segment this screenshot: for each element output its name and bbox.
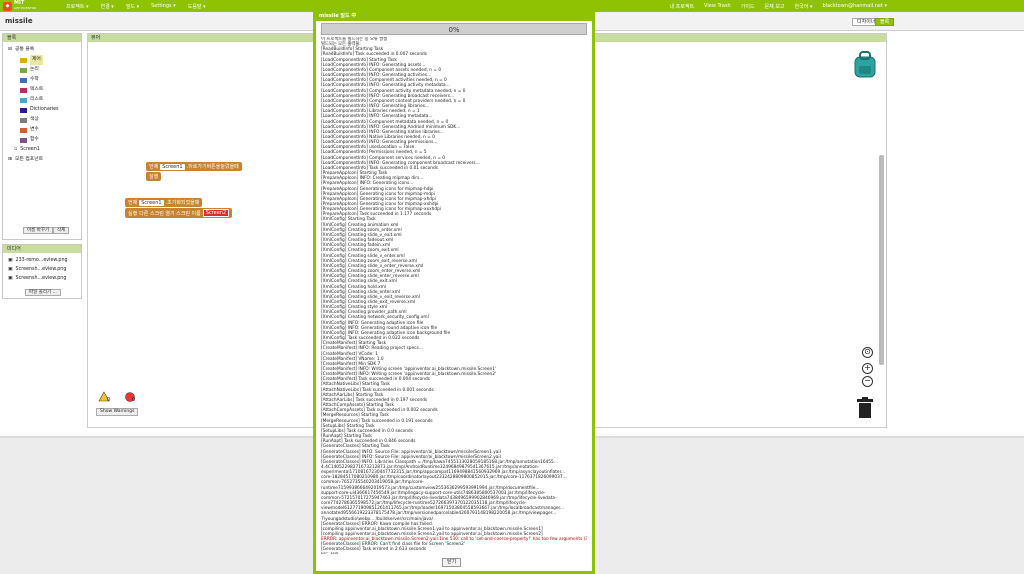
event-name: .초기화되었을때 bbox=[165, 200, 200, 206]
project-title: missile bbox=[5, 17, 33, 25]
initialize-event-block[interactable]: 언제 Screen1 .초기화되었을때 bbox=[125, 198, 203, 207]
workspace-scrollbar[interactable] bbox=[879, 155, 884, 365]
when-keyword: 언제 bbox=[128, 200, 138, 206]
menu-settings[interactable]: Settings ▾ bbox=[151, 3, 176, 9]
component-dropdown[interactable]: Screen1 bbox=[139, 199, 164, 206]
drawer-item[interactable]: 색상 bbox=[20, 115, 81, 125]
progress-bar: 0% bbox=[321, 23, 587, 35]
drawer-item-label: 리스트 bbox=[30, 97, 44, 102]
drawer-item-label: 색상 bbox=[30, 117, 39, 122]
menu-build[interactable]: 빌드 ▾ bbox=[126, 3, 139, 10]
drawer-item-label: 논리 bbox=[30, 67, 39, 72]
view-trash-link[interactable]: View Trash bbox=[704, 3, 731, 9]
drawer-color-swatch bbox=[20, 107, 27, 113]
when-keyword: 언제 bbox=[149, 164, 159, 170]
builtin-drawer-list: 제어논리수학텍스트리스트 Dictionaries 색상변수함수 bbox=[8, 55, 81, 145]
do-keyword: 실행 bbox=[149, 174, 159, 180]
build-log[interactable]: 이 프로젝트를 빌드하는 중 오류 발생 빌드되는 모든 출력물: [ReadBui… bbox=[321, 37, 587, 554]
warning-count: 0 bbox=[107, 397, 111, 403]
image-file-icon: ▣ bbox=[8, 275, 13, 281]
app-inventor-logo[interactable]: ◆ MIT APP INVENTOR bbox=[3, 0, 43, 12]
tree-root[interactable]: ⊟ 공통 블록 bbox=[8, 45, 81, 55]
build-progress-dialog: missile 빌드 中 0% 이 프로젝트를 빌드하는 중 오류 발생 빌드되는… bbox=[313, 8, 595, 574]
drawer-color-swatch bbox=[20, 137, 27, 143]
blocks-panel: 블록 ⊟ 공통 블록 제어논리수학텍스트리스트 Dictionaries 색상변수함… bbox=[2, 33, 82, 240]
account-menu[interactable]: blacktown@hanmail.net ▾ bbox=[822, 3, 887, 9]
tree-root-label: 공통 블록 bbox=[15, 47, 35, 52]
media-list: ▣ 233-remo...eview.png ▣ Screensh...eview.… bbox=[3, 253, 81, 283]
do-slot: 실행 bbox=[146, 172, 162, 181]
zoom-out-icon[interactable]: − bbox=[862, 376, 873, 387]
menu-projects[interactable]: 프로젝트 ▾ bbox=[66, 3, 89, 10]
report-issue-link[interactable]: 문제 보고 bbox=[765, 3, 785, 10]
main-menu: 프로젝트 ▾ 연결 ▾ 빌드 ▾ Settings ▾ 도움말 ▾ bbox=[66, 0, 206, 12]
blocks-button[interactable]: 블록 bbox=[875, 18, 895, 26]
backpack-icon[interactable] bbox=[852, 51, 878, 79]
zoom-in-icon[interactable]: + bbox=[862, 363, 873, 374]
drawer-item-label: 수학 bbox=[30, 77, 39, 82]
drawer-color-swatch bbox=[20, 57, 27, 63]
open-screen-action: 다른 스크린 열기 스크린 이름 bbox=[139, 210, 201, 217]
tree-screen1-label: Screen1 bbox=[20, 147, 40, 152]
menu-help[interactable]: 도움말 ▾ bbox=[188, 3, 206, 10]
show-warnings-button[interactable]: Show Warnings bbox=[96, 408, 139, 416]
language-menu[interactable]: 한국어 ▾ bbox=[795, 3, 813, 10]
drawer-color-swatch bbox=[20, 117, 27, 123]
blocks-panel-title: 블록 bbox=[3, 34, 81, 42]
media-file-name: Screensh...eview.png bbox=[15, 275, 67, 281]
drawer-item[interactable]: Dictionaries bbox=[20, 105, 81, 115]
drawer-color-swatch bbox=[20, 87, 27, 93]
drawer-color-swatch bbox=[20, 77, 27, 83]
log-line: 빌드 실패 bbox=[321, 553, 587, 554]
dialog-title: missile 빌드 中 bbox=[316, 11, 592, 21]
logo-icon: ◆ bbox=[3, 1, 12, 11]
drawer-item-label: 함수 bbox=[30, 137, 39, 142]
drawer-item-label: 변수 bbox=[30, 127, 39, 132]
media-panel-title: 미디어 bbox=[3, 245, 81, 253]
drawer-color-swatch bbox=[20, 67, 27, 73]
close-dialog-button[interactable]: 닫기 bbox=[442, 558, 462, 567]
tree-any-component[interactable]: ⊞ 모든 컴포넌트 bbox=[8, 155, 81, 165]
drawer-color-swatch bbox=[20, 127, 27, 133]
menu-connect[interactable]: 연결 ▾ bbox=[101, 3, 114, 10]
do-keyword: 실행 bbox=[128, 210, 138, 217]
logo-line2: APP INVENTOR bbox=[14, 6, 37, 10]
drawer-item-label: 텍스트 bbox=[30, 87, 44, 92]
drawer-item-label: Dictionaries bbox=[30, 107, 59, 112]
drawer-color-swatch bbox=[20, 97, 27, 103]
screen-name-text[interactable]: Screen2 bbox=[202, 209, 230, 217]
drawer-item[interactable]: 제어 bbox=[20, 55, 81, 65]
drawer-item[interactable]: 리스트 bbox=[20, 95, 81, 105]
collapse-icon[interactable]: ⊟ bbox=[8, 45, 12, 55]
tree-any-label: 모든 컴포넌트 bbox=[15, 157, 44, 162]
drawer-item[interactable]: 변수 bbox=[20, 125, 81, 135]
drawer-item[interactable]: 논리 bbox=[20, 65, 81, 75]
guide-link[interactable]: 가이드 bbox=[741, 3, 755, 10]
my-projects-link[interactable]: 내 프로젝트 bbox=[669, 3, 694, 10]
screen-icon: ▫ bbox=[14, 147, 18, 152]
center-view-icon[interactable]: ⊙ bbox=[862, 347, 873, 358]
event-name: .뒤로가기버튼을눌렀을때 bbox=[186, 164, 239, 170]
error-count: 0 bbox=[132, 397, 136, 403]
delete-button[interactable]: 삭제 bbox=[53, 227, 70, 234]
rename-button[interactable]: 이름 바꾸기 bbox=[23, 227, 54, 234]
drawer-item[interactable]: 텍스트 bbox=[20, 85, 81, 95]
trash-icon[interactable] bbox=[856, 397, 874, 419]
upload-file-button[interactable]: 파일 올리기 ... bbox=[25, 289, 61, 296]
blocks-tree: ⊟ 공통 블록 제어논리수학텍스트리스트 Dictionaries 색상변수함수 ▫… bbox=[3, 42, 81, 165]
right-menu: 내 프로젝트 View Trash 가이드 문제 보고 한국어 ▾ blackt… bbox=[669, 0, 887, 12]
tree-screen1[interactable]: ▫ Screen1 bbox=[8, 145, 81, 155]
media-item[interactable]: ▣ Screensh...eview.png bbox=[8, 274, 81, 283]
open-another-screen-block[interactable]: 실행 다른 스크린 열기 스크린 이름 Screen2 bbox=[125, 208, 233, 218]
drawer-item[interactable]: 수학 bbox=[20, 75, 81, 85]
drawer-item-label: 제어 bbox=[30, 55, 43, 65]
log-line: annotated9556619223378175478.jar:/tmp/ve… bbox=[321, 511, 557, 517]
component-dropdown[interactable]: Screen1 bbox=[160, 163, 185, 170]
expand-icon[interactable]: ⊞ bbox=[8, 155, 12, 165]
media-panel: 미디어 ▣ 233-remo...eview.png ▣ Screensh...ev… bbox=[2, 244, 82, 299]
drawer-item[interactable]: 함수 bbox=[20, 135, 81, 145]
back-pressed-event-block[interactable]: 언제 Screen1 .뒤로가기버튼을눌렀을때 bbox=[146, 162, 242, 171]
